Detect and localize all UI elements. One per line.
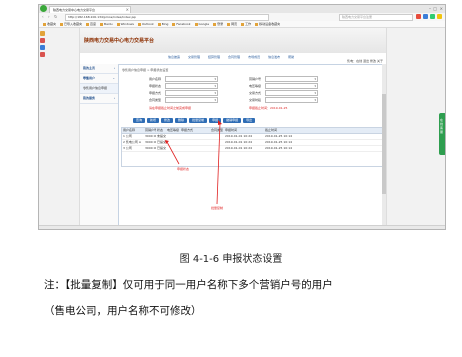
main-content: 零售用户信息申报 > 申报状态设置 用户名称 ▾ 营销户号 ▾ 申报状态 ▾ 电…: [119, 64, 386, 225]
favorite-link[interactable]: Windows: [116, 21, 134, 27]
favorite-link[interactable]: Bing: [157, 21, 168, 27]
tab-title: 陕西电力交易中心电力交易平台: [53, 8, 96, 12]
browser-sidebar: [40, 31, 46, 59]
chevron-icon: ›: [113, 96, 115, 100]
folder-icon: [227, 22, 231, 26]
back-icon[interactable]: ‹: [42, 14, 44, 19]
favorite-link[interactable]: Baidu: [100, 21, 113, 27]
browser-screenshot: 陕西电力交易中心电力交易平台 × – □ × ‹ › ↻ http://182.…: [38, 4, 446, 230]
folder-icon: [86, 22, 90, 26]
user-info[interactable]: 售电：在线 退出 修改 关于: [347, 59, 383, 63]
online-service-widget[interactable]: 在线客服: [439, 113, 445, 155]
minimize-icon[interactable]: –: [429, 6, 431, 11]
nav-item[interactable]: 信息披露: [168, 55, 180, 59]
nav-item[interactable]: 市场成员: [248, 55, 260, 59]
note-line-1: 注：【批量复制】仅可用于同一用户名称下多个营销户号的用户: [44, 279, 333, 291]
nav-item[interactable]: 合同管理: [228, 55, 240, 59]
folder-icon: [172, 22, 176, 26]
annotation-arrow: [216, 122, 221, 205]
status-annotation: 申报状态: [177, 167, 190, 171]
forward-icon[interactable]: ›: [48, 14, 50, 19]
folder-icon: [138, 22, 141, 26]
folder-icon: [194, 22, 198, 26]
annotation-arrows: [165, 120, 222, 205]
close-window-icon[interactable]: ×: [440, 6, 443, 11]
folder-icon: [255, 22, 259, 26]
note-line-2: （售电公司，用户名称不可修改）: [44, 305, 202, 317]
favorite-link[interactable]: 百度: [86, 21, 96, 27]
arrow-head: [218, 120, 222, 125]
favorite-link[interactable]: 工作: [241, 21, 251, 27]
favorite-link[interactable]: 网页: [227, 21, 237, 27]
favorites-icon[interactable]: [40, 31, 45, 36]
app-banner: 陕西电力交易中心电力交易平台: [80, 28, 386, 53]
favorite-link[interactable]: Google: [194, 21, 209, 27]
scrollbar[interactable]: [382, 64, 386, 225]
extension-icon[interactable]: [416, 14, 421, 19]
arrow-head: [165, 140, 169, 144]
extension-icon[interactable]: [437, 14, 442, 19]
sidebar-item-retail-declare[interactable]: 零售用户信息申报: [80, 84, 118, 94]
sidebar-item-retail-users[interactable]: 零售用户 ⌄: [80, 74, 118, 84]
browser-tab[interactable]: 陕西电力交易中心电力交易平台 ×: [49, 6, 131, 13]
folder-icon: [116, 22, 120, 26]
nav-item[interactable]: 信息发布: [268, 55, 280, 59]
nav-item[interactable]: 结算管理: [208, 55, 220, 59]
maximize-icon[interactable]: □: [433, 6, 437, 11]
extension-icon[interactable]: [430, 14, 435, 19]
browser-search-input[interactable]: 陕西电力交易平台注册: [339, 14, 413, 21]
favorites-bar: 收藏夹 已导入收藏夹 百度 Baidu Windows Outlook Bing…: [39, 21, 445, 28]
status-bar: [39, 225, 445, 229]
folder-icon: [43, 22, 46, 26]
extension-icon[interactable]: [423, 14, 428, 19]
toolbar-icons: [416, 14, 442, 19]
history-icon[interactable]: [40, 38, 45, 43]
sidebar: 我的主页 › 零售用户 ⌄ 零售用户信息申报 我的服务 ›: [80, 64, 119, 225]
browser-logo-icon: [40, 5, 47, 12]
nav-item[interactable]: 帮助: [288, 55, 294, 59]
folder-icon: [241, 22, 245, 26]
batch-copy-annotation: 批量复制: [211, 206, 224, 210]
favorite-link[interactable]: Facebook: [172, 21, 191, 27]
folder-icon: [60, 22, 64, 26]
annotation-arrow: [166, 141, 180, 165]
refresh-icon[interactable]: ↻: [54, 14, 57, 19]
chevron-down-icon: ⌄: [112, 76, 115, 80]
figure-caption: 图 4-1-6 申报状态设置: [179, 254, 283, 265]
sidebar-item-home[interactable]: 我的主页 ›: [80, 64, 118, 74]
favorite-link[interactable]: 登录: [213, 21, 223, 27]
sidebar-item-services[interactable]: 我的服务 ›: [80, 94, 118, 104]
favorite-link[interactable]: 移动设备收藏夹: [255, 21, 280, 27]
favorite-link[interactable]: Outlook: [138, 21, 154, 27]
folder-icon: [100, 22, 104, 26]
app-title: 陕西电力交易中心电力交易平台: [84, 38, 155, 44]
favorite-link[interactable]: 收藏夹: [43, 21, 56, 27]
chevron-icon: ›: [113, 66, 115, 70]
folder-icon: [157, 22, 161, 26]
scroll-thumb[interactable]: [382, 94, 386, 194]
tools-icon[interactable]: [40, 52, 45, 57]
folder-icon: [213, 22, 217, 26]
favorite-link[interactable]: 已导入收藏夹: [60, 21, 82, 27]
nav-item[interactable]: 交易管理: [188, 55, 200, 59]
download-icon[interactable]: [40, 45, 45, 50]
app-window: 陕西电力交易中心电力交易平台 信息披露 交易管理 结算管理 合同管理 市场成员 …: [79, 28, 387, 225]
